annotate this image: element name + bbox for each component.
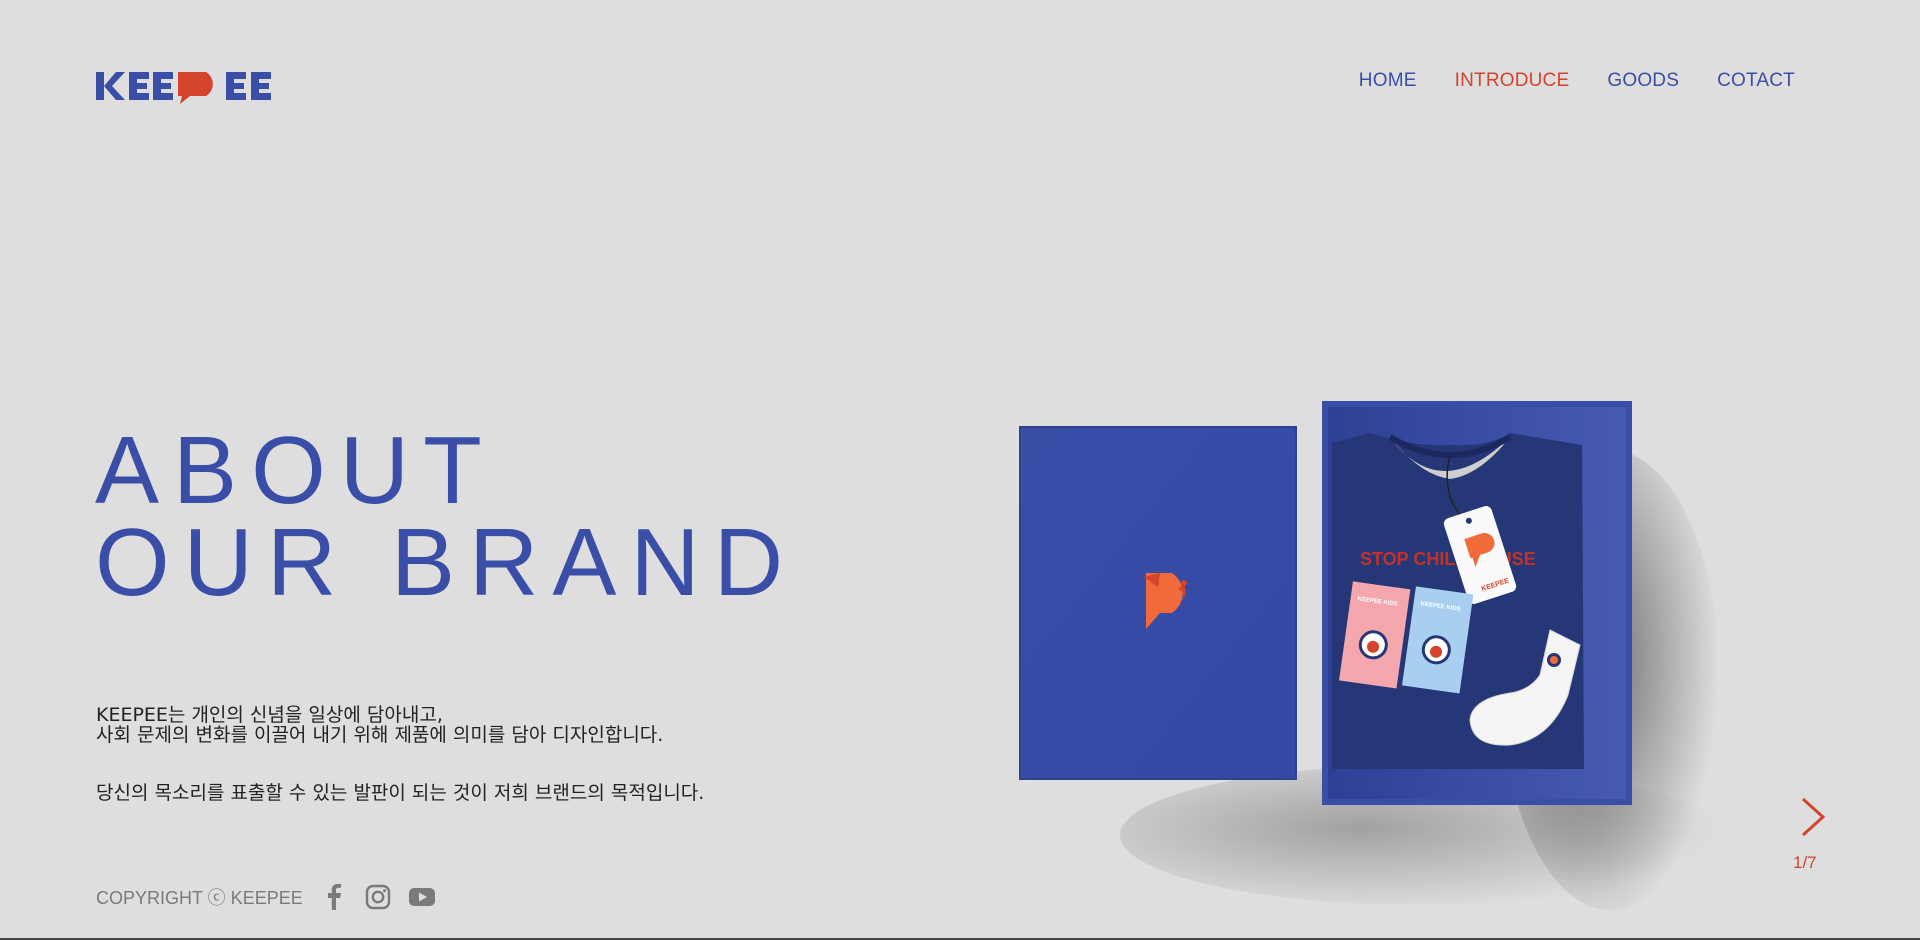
description-line2: 사회 문제의 변화를 이끌어 내기 위해 제품에 의미를 담아 디자인합니다. [96, 724, 664, 746]
nav-home[interactable]: HOME [1359, 70, 1417, 92]
instagram-icon[interactable] [363, 882, 393, 912]
nav-contact[interactable]: COTACT [1717, 70, 1795, 92]
social-links [319, 882, 437, 912]
brand-description: KEEPEE는 개인의 신념을 일상에 담아내고, 사회 문제의 변화를 이끌어… [96, 705, 856, 803]
keepee-logo[interactable] [96, 66, 292, 106]
hero-title-line1: ABOUT [95, 417, 496, 524]
description-line3: 당신의 목소리를 표출할 수 있는 발판이 되는 것이 저희 브랜드의 목적입니… [96, 782, 705, 804]
nav-introduce[interactable]: INTRODUCE [1455, 70, 1570, 92]
hero-title-line2: OUR BRAND [95, 509, 798, 616]
main-nav: HOME INTRODUCE GOODS COTACT [1359, 70, 1795, 92]
nav-goods[interactable]: GOODS [1607, 70, 1679, 92]
hero-title: ABOUT OUR BRAND [95, 417, 798, 616]
youtube-icon[interactable] [407, 882, 437, 912]
box-base: STOP CHILD ABUSE KEEPEE KEEPEE KIDS KEEP… [1322, 401, 1632, 805]
footer: COPYRIGHT ⓒ KEEPEE [96, 882, 437, 912]
facebook-icon[interactable] [319, 882, 349, 912]
description-line1: KEEPEE는 개인의 신념을 일상에 담아내고, [96, 704, 443, 726]
copyright-text: COPYRIGHT ⓒ KEEPEE [96, 888, 303, 908]
next-slide-button[interactable] [1795, 795, 1831, 839]
product-box-image: STOP CHILD ABUSE KEEPEE KEEPEE KIDS KEEP… [1019, 401, 1720, 910]
slide-counter: 1/7 [1793, 853, 1817, 872]
box-lid [1019, 426, 1297, 780]
